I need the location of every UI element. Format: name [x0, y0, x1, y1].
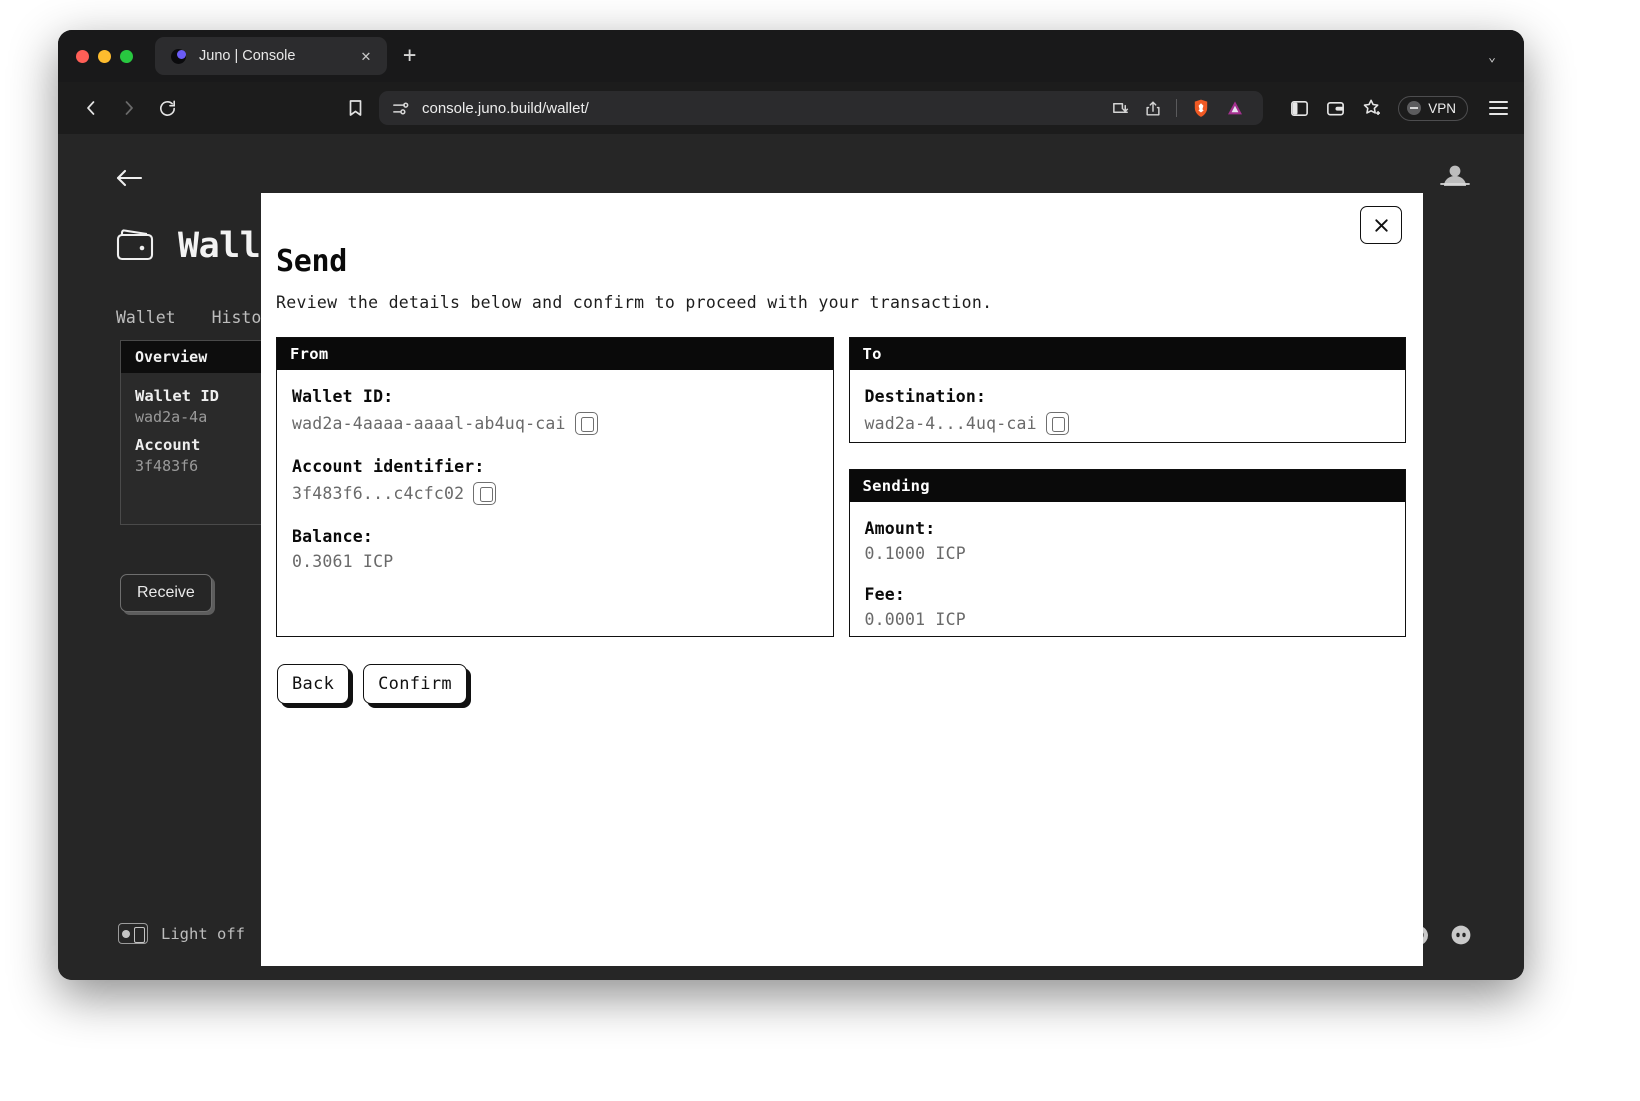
sidebar-icon[interactable]	[1289, 98, 1310, 119]
amount-label: Amount:	[865, 519, 1391, 538]
back-button[interactable]: Back	[277, 664, 349, 704]
toolbar-divider	[1176, 99, 1177, 117]
brave-shields-icon[interactable]	[1191, 98, 1211, 119]
modal-panels: From Wallet ID: wad2a-4aaaa-aaaal-ab4uq-…	[276, 337, 1406, 637]
fee-value: 0.0001 ICP	[865, 610, 1391, 629]
account-identifier-value-row: 3f483f6...c4cfc02	[292, 482, 818, 505]
bookmark-icon[interactable]	[346, 98, 365, 118]
to-sending-column: To Destination: wad2a-4...4uq-cai Sendin…	[849, 337, 1407, 637]
maximize-window-button[interactable]	[120, 50, 133, 63]
fee-label: Fee:	[865, 585, 1391, 604]
close-window-button[interactable]	[76, 50, 89, 63]
balance-label: Balance:	[292, 527, 818, 546]
vpn-button[interactable]: VPN	[1398, 96, 1468, 121]
discord-icon[interactable]	[1450, 924, 1472, 946]
close-modal-button[interactable]	[1360, 206, 1402, 244]
sending-panel: Sending Amount: 0.1000 ICP Fee: 0.0001 I…	[849, 469, 1407, 637]
from-panel-header: From	[277, 338, 833, 370]
sending-panel-body: Amount: 0.1000 ICP Fee: 0.0001 ICP	[850, 502, 1406, 649]
minimize-window-button[interactable]	[98, 50, 111, 63]
receive-button[interactable]: Receive	[120, 574, 212, 612]
page-tabs: Wallet History	[116, 308, 281, 327]
modal-content: Send Review the details below and confir…	[261, 193, 1423, 704]
modal-subtitle: Review the details below and confirm to …	[276, 293, 1406, 312]
send-modal: Send Review the details below and confir…	[261, 193, 1423, 966]
destination-value-row: wad2a-4...4uq-cai	[865, 412, 1391, 435]
browser-window: Juno | Console ✕ + ⌄	[58, 30, 1524, 980]
tab-strip: Juno | Console ✕ + ⌄	[58, 30, 1524, 82]
url-text: console.juno.build/wallet/	[422, 100, 1099, 117]
page-back-button[interactable]	[114, 166, 144, 194]
tab-title: Juno | Console	[199, 48, 344, 64]
copy-wallet-id-icon[interactable]	[575, 412, 598, 435]
url-action-icons	[1111, 98, 1251, 119]
confirm-button[interactable]: Confirm	[363, 664, 467, 704]
new-tab-button[interactable]: +	[403, 45, 416, 67]
close-tab-button[interactable]: ✕	[357, 48, 375, 64]
address-bar[interactable]: console.juno.build/wallet/	[379, 91, 1263, 125]
tab-wallet[interactable]: Wallet	[116, 308, 176, 327]
to-panel-body: Destination: wad2a-4...4uq-cai	[850, 370, 1406, 455]
toolbar-right-icons: VPN	[1289, 96, 1508, 121]
vpn-label: VPN	[1428, 101, 1456, 116]
back-button[interactable]	[74, 91, 108, 125]
brave-wallet-icon[interactable]	[1325, 98, 1346, 119]
leo-ai-icon[interactable]	[1225, 98, 1245, 118]
menu-icon[interactable]	[1489, 101, 1508, 115]
site-settings-icon[interactable]	[391, 99, 410, 118]
avatar[interactable]	[1438, 162, 1472, 198]
favicon-icon	[171, 49, 186, 64]
tab-list-chevron-down-icon[interactable]: ⌄	[1488, 50, 1496, 65]
wallet-id-label: Wallet ID:	[292, 387, 818, 406]
window-controls[interactable]	[76, 50, 133, 63]
copy-destination-icon[interactable]	[1046, 412, 1069, 435]
vpn-status-icon	[1407, 101, 1421, 115]
bookmark-star-icon[interactable]	[1361, 97, 1383, 119]
theme-toggle[interactable]: Light off	[118, 923, 245, 944]
downloads-icon[interactable]	[1111, 99, 1130, 118]
destination-label: Destination:	[865, 387, 1391, 406]
modal-actions: Back Confirm	[276, 664, 1406, 704]
browser-toolbar: console.juno.build/wallet/	[58, 82, 1524, 134]
balance-value: 0.3061 ICP	[292, 552, 818, 571]
from-panel: From Wallet ID: wad2a-4aaaa-aaaal-ab4uq-…	[276, 337, 834, 637]
account-identifier-label: Account identifier:	[292, 457, 818, 476]
wallet-icon	[114, 226, 158, 266]
modal-title: Send	[276, 244, 1406, 279]
account-identifier-value: 3f483f6...c4cfc02	[292, 484, 464, 503]
to-panel-header: To	[850, 338, 1406, 370]
light-toggle-icon	[118, 923, 148, 944]
wallet-id-value: wad2a-4aaaa-aaaal-ab4uq-cai	[292, 414, 566, 433]
destination-value: wad2a-4...4uq-cai	[865, 414, 1037, 433]
reload-button[interactable]	[150, 91, 184, 125]
wallet-id-value-row: wad2a-4aaaa-aaaal-ab4uq-cai	[292, 412, 818, 435]
browser-tab[interactable]: Juno | Console ✕	[155, 37, 387, 75]
from-panel-body: Wallet ID: wad2a-4aaaa-aaaal-ab4uq-cai A…	[277, 370, 833, 591]
theme-toggle-label: Light off	[161, 925, 245, 943]
sending-panel-header: Sending	[850, 470, 1406, 502]
amount-value: 0.1000 ICP	[865, 544, 1391, 563]
from-column: From Wallet ID: wad2a-4aaaa-aaaal-ab4uq-…	[276, 337, 834, 637]
copy-account-identifier-icon[interactable]	[473, 482, 496, 505]
screen: Juno | Console ✕ + ⌄	[0, 0, 1640, 1101]
to-panel: To Destination: wad2a-4...4uq-cai	[849, 337, 1407, 443]
forward-button[interactable]	[112, 91, 146, 125]
share-icon[interactable]	[1144, 99, 1162, 118]
